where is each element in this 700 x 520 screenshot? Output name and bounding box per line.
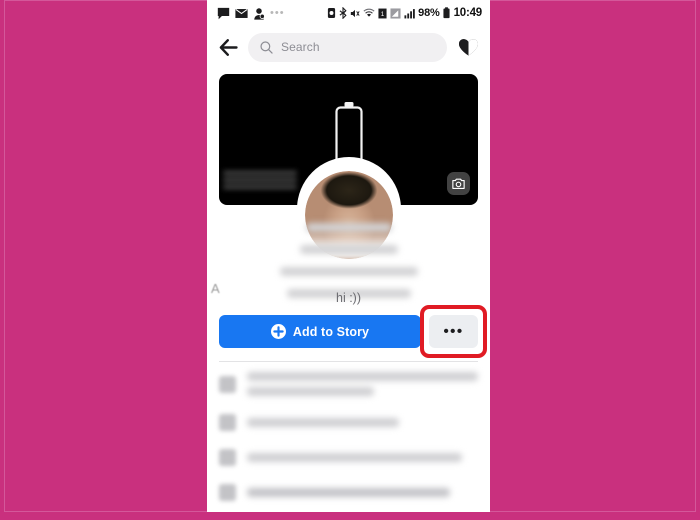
alarm-icon (328, 8, 336, 18)
profile-bio: hi :)) (336, 291, 361, 305)
battery-icon (443, 7, 450, 19)
heart-icon (458, 38, 478, 55)
app-header: Search (207, 26, 490, 68)
signal-bars-icon (390, 7, 401, 19)
more-options-icon: ••• (443, 323, 464, 340)
add-to-story-button[interactable]: Add to Story (219, 315, 421, 348)
list-item-text-obscured (247, 418, 478, 427)
list-item-text-obscured (247, 488, 478, 497)
list-item[interactable] (219, 414, 478, 431)
sim-card-icon: 1 (378, 8, 387, 18)
status-bar: ••• 1 98% 10:49 (207, 0, 490, 26)
clock-label: 10:49 (453, 7, 483, 19)
education-icon (219, 414, 236, 431)
edit-cover-photo-button[interactable] (447, 172, 470, 195)
status-bar-right-icons: 1 98% 10:49 (327, 7, 482, 19)
contacts-icon (254, 7, 265, 20)
list-item[interactable] (219, 484, 478, 501)
heart-button[interactable] (456, 35, 480, 59)
wifi-icon (363, 8, 375, 17)
profile-meta-obscured (299, 245, 398, 254)
back-button[interactable] (217, 36, 239, 58)
profile-name-obscured (305, 223, 392, 232)
search-icon (260, 40, 273, 54)
add-to-story-label: Add to Story (292, 324, 370, 339)
search-placeholder: Search (281, 40, 320, 54)
profile-details-list (207, 362, 490, 501)
profile-block: A hi :)) (207, 167, 490, 313)
status-overflow-dots: ••• (270, 7, 285, 19)
list-item-text-obscured (247, 453, 478, 462)
messenger-chat-icon (217, 7, 230, 19)
followers-icon (219, 484, 236, 501)
bluetooth-icon (339, 7, 347, 19)
list-item-text-obscured (247, 372, 478, 396)
plus-circle-icon (270, 324, 286, 339)
camera-icon (452, 178, 465, 189)
home-icon (219, 449, 236, 466)
email-icon (235, 8, 248, 18)
list-item[interactable] (219, 449, 478, 466)
phone-screen: ••• 1 98% 10:49 Search A hi:)) Add to S… (207, 0, 490, 512)
screenshot-canvas: ••• 1 98% 10:49 Search A hi:)) Add to S… (0, 0, 700, 520)
more-options-wrapper: ••• (420, 305, 487, 358)
cover-name-overlay-obscured (223, 171, 297, 191)
list-item[interactable] (219, 372, 478, 396)
profile-action-row: Add to Story ••• (207, 305, 490, 358)
back-arrow-icon (219, 38, 238, 56)
svg-text:1: 1 (381, 10, 385, 17)
search-input[interactable]: Search (248, 32, 447, 62)
battery-percent-label: 98% (418, 7, 440, 19)
cellular-bars-icon (404, 8, 415, 18)
more-options-button[interactable]: ••• (429, 315, 478, 348)
profile-meta2-obscured (279, 267, 418, 276)
mute-icon (350, 9, 360, 17)
status-bar-left-icons: ••• (217, 7, 285, 20)
work-icon (219, 375, 236, 393)
